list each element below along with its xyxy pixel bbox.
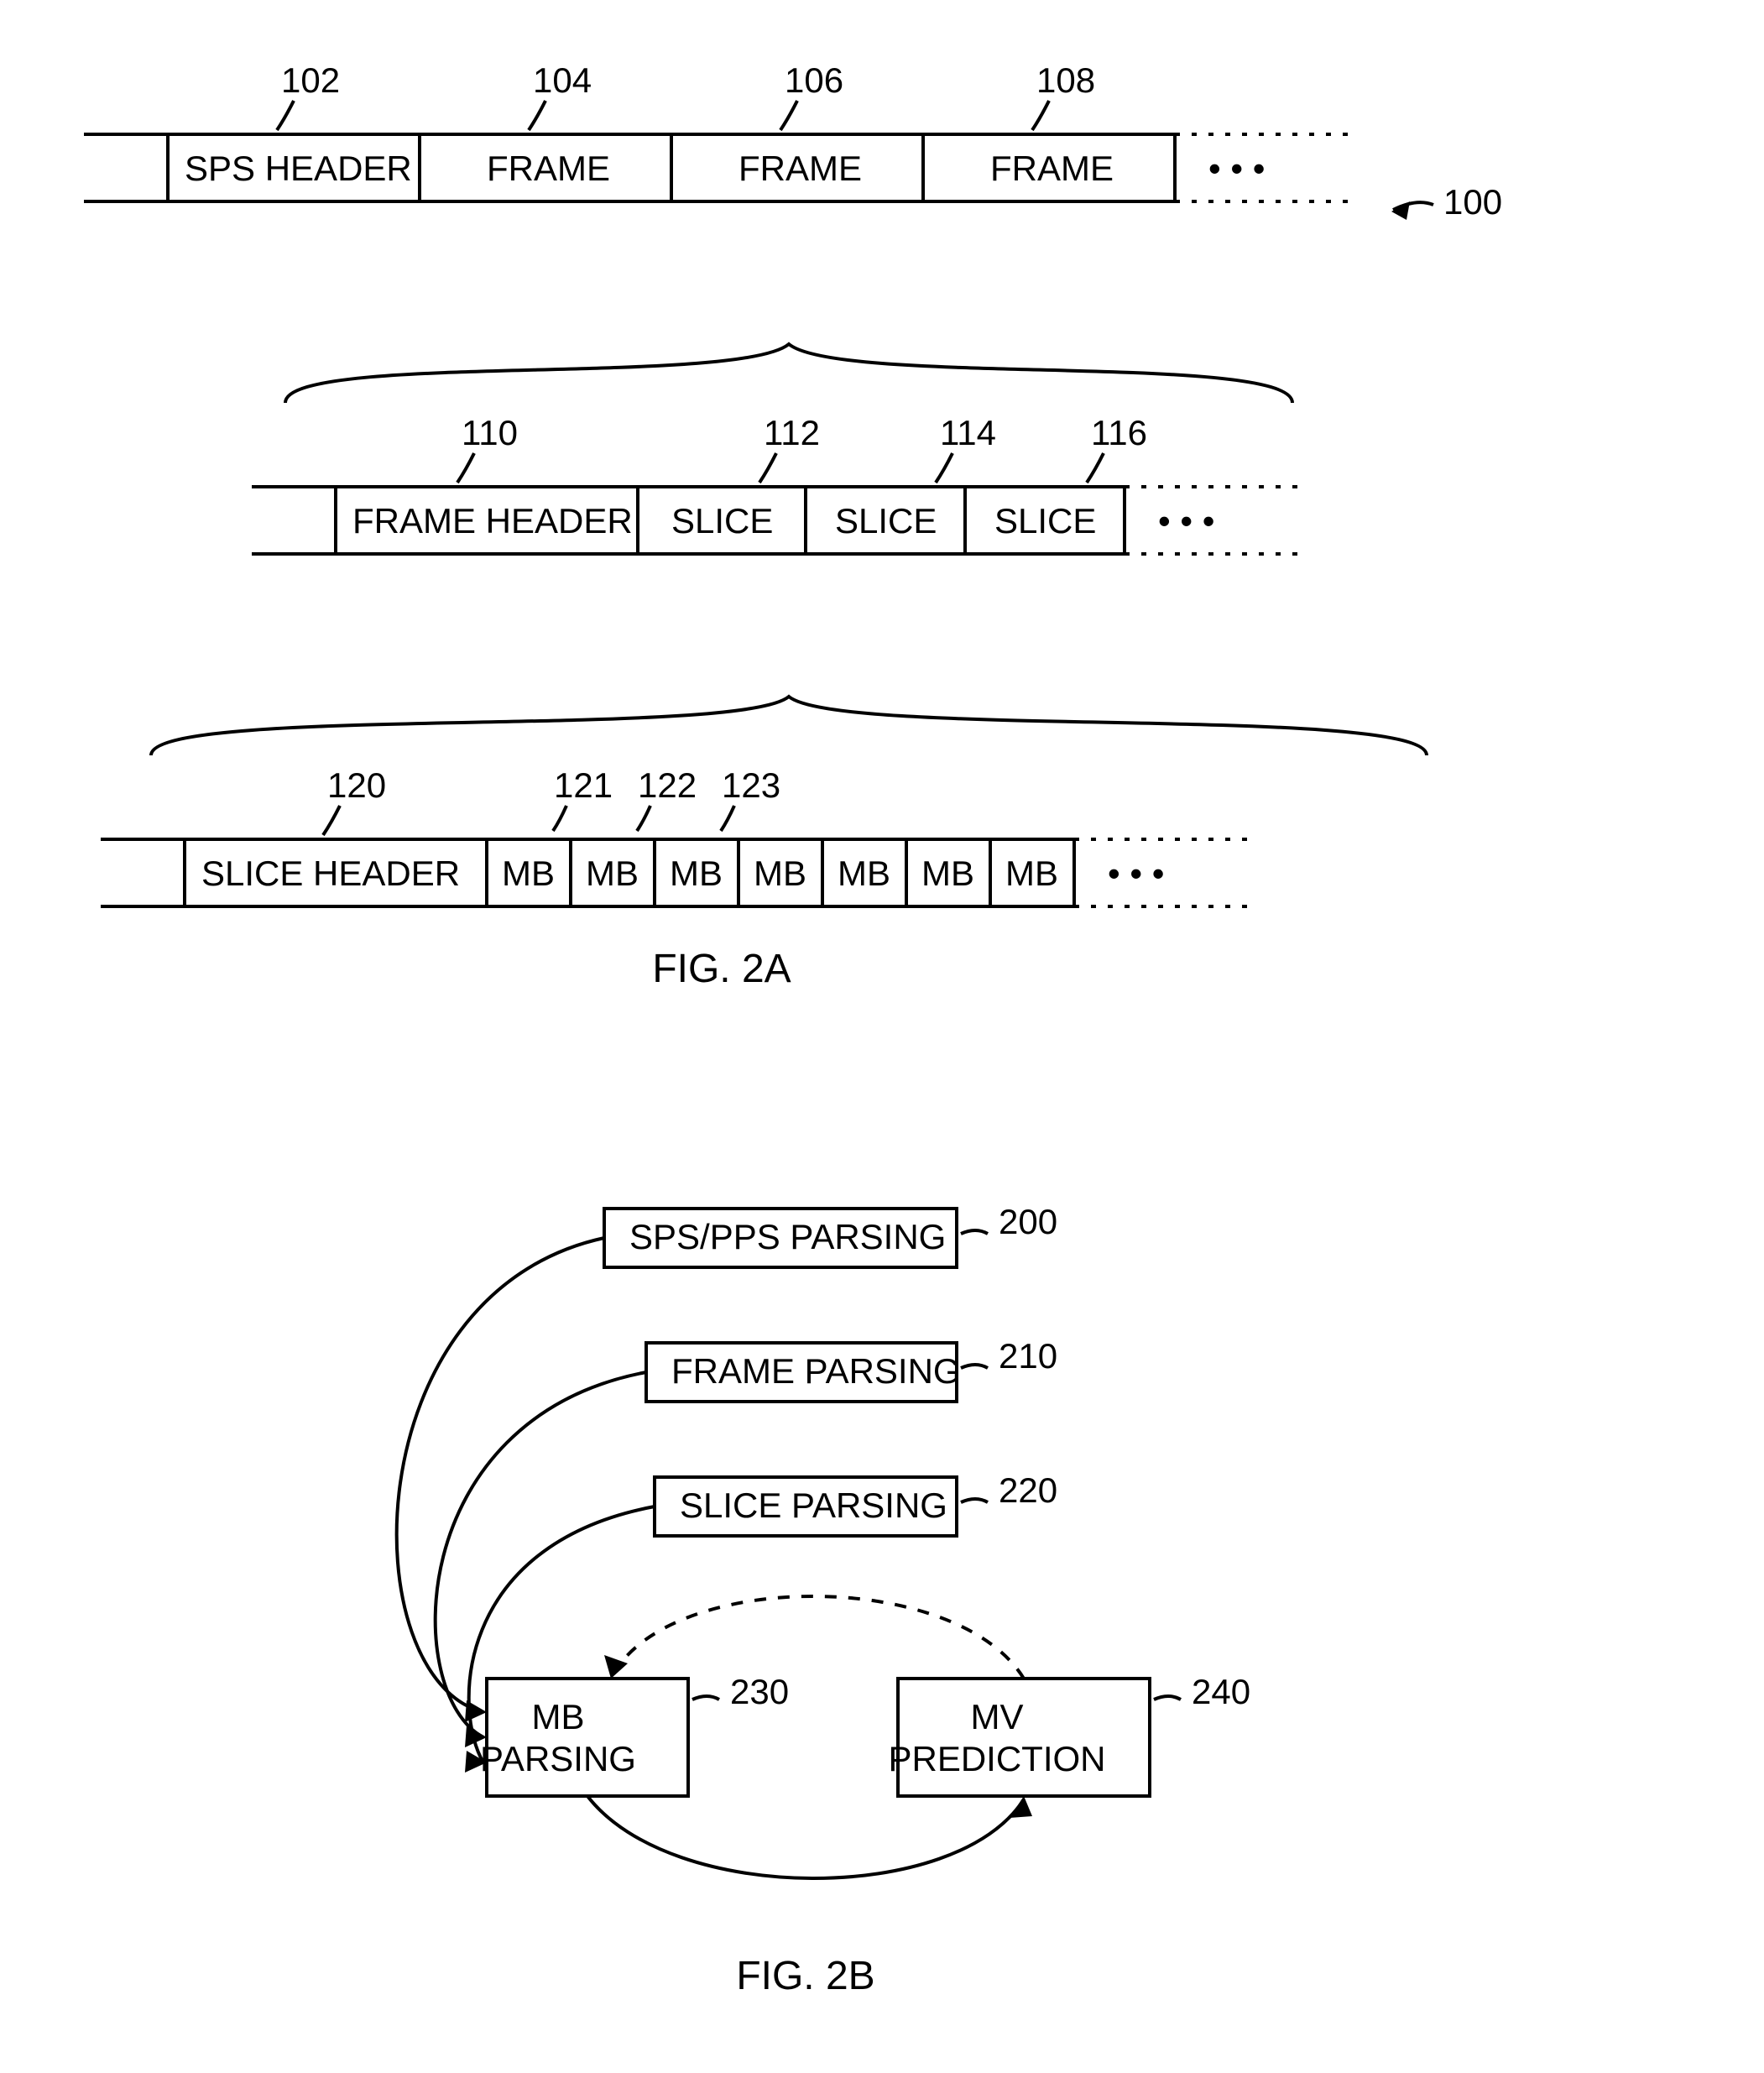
block-frame-parsing: FRAME PARSING [671, 1351, 961, 1391]
arrow-240-230-dashed [613, 1596, 1024, 1679]
label-104: 104 [533, 60, 592, 100]
cell-mb-5: MB [838, 854, 890, 893]
block-mb-line2: PARSING [480, 1739, 636, 1778]
block-mb-line1: MB [532, 1697, 585, 1736]
caption-2b: FIG. 2B [736, 1954, 874, 1998]
brace-1 [285, 344, 1292, 403]
cell-frame-1: FRAME [487, 149, 610, 188]
label-110: 110 [462, 413, 518, 452]
cell-mb-3: MB [670, 854, 723, 893]
tick-104 [529, 101, 545, 130]
cell-slice-2: SLICE [835, 501, 937, 540]
tick-120 [323, 806, 340, 835]
block-sps-pps: SPS/PPS PARSING [629, 1217, 946, 1256]
tick-116 [1087, 453, 1104, 483]
tick-110 [457, 453, 474, 483]
ellipsis-row2: • • • [1158, 501, 1214, 540]
label-102: 102 [281, 60, 340, 100]
block-slice-parsing: SLICE PARSING [680, 1486, 947, 1525]
label-210: 210 [999, 1336, 1057, 1376]
label-112: 112 [764, 413, 820, 452]
arrow-230-240 [587, 1796, 1024, 1878]
label-220: 220 [999, 1470, 1057, 1510]
cell-slice-3: SLICE [994, 501, 1096, 540]
cell-frame-header: FRAME HEADER [352, 501, 633, 540]
fig2b: SPS/PPS PARSING 200 FRAME PARSING 210 SL… [397, 1202, 1250, 1878]
cell-slice-header: SLICE HEADER [201, 854, 460, 893]
tick-112 [759, 453, 776, 483]
label-122: 122 [638, 765, 697, 805]
tick-230 [692, 1696, 719, 1700]
label-100: 100 [1443, 182, 1502, 222]
label-108: 108 [1036, 60, 1095, 100]
cell-frame-3: FRAME [990, 149, 1114, 188]
label-120: 120 [327, 765, 386, 805]
row3: SLICE HEADER MB MB MB MB MB MB MB • • • [101, 839, 1259, 906]
row1: SPS HEADER FRAME FRAME FRAME • • • [84, 134, 1360, 201]
ellipsis-row3: • • • [1108, 854, 1164, 893]
block-mv-line1: MV [971, 1697, 1024, 1736]
cell-mb-1: MB [502, 854, 555, 893]
label-106: 106 [785, 60, 843, 100]
cell-mb-6: MB [921, 854, 974, 893]
block-mv-line2: PREDICTION [888, 1739, 1105, 1778]
tick-108 [1032, 101, 1049, 130]
cell-frame-2: FRAME [738, 149, 862, 188]
tick-122 [637, 806, 650, 831]
label-121: 121 [554, 765, 613, 805]
label-116: 116 [1091, 413, 1147, 452]
tick-220 [961, 1499, 988, 1502]
arrow-200-230 [397, 1238, 604, 1712]
label-123: 123 [722, 765, 780, 805]
ellipsis-row1: • • • [1208, 149, 1265, 188]
label-240: 240 [1192, 1672, 1250, 1711]
tick-106 [780, 101, 797, 130]
tick-240 [1154, 1696, 1181, 1700]
row2: FRAME HEADER SLICE SLICE SLICE • • • [252, 487, 1309, 554]
tick-102 [277, 101, 294, 130]
label-200: 200 [999, 1202, 1057, 1241]
cell-mb-7: MB [1005, 854, 1058, 893]
cell-mb-2: MB [586, 854, 639, 893]
tick-114 [936, 453, 952, 483]
label-230: 230 [730, 1672, 789, 1711]
cell-sps-header: SPS HEADER [185, 149, 412, 188]
brace-2 [151, 697, 1427, 755]
tick-200 [961, 1230, 988, 1234]
tick-123 [721, 806, 734, 831]
tick-210 [961, 1365, 988, 1368]
cell-mb-4: MB [754, 854, 806, 893]
label-114: 114 [940, 413, 996, 452]
cell-slice-1: SLICE [671, 501, 773, 540]
tick-121 [553, 806, 566, 831]
caption-2a: FIG. 2A [652, 947, 791, 991]
